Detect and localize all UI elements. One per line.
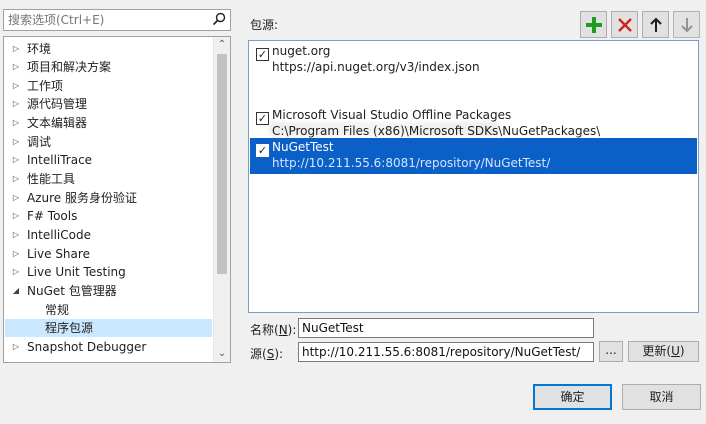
tree-item-source-control[interactable]: ▷ 源代码管理 [5, 95, 212, 113]
name-field[interactable] [298, 318, 594, 338]
tree-item-package-sources[interactable]: 程序包源 [5, 319, 212, 337]
tree-item-label: 常规 [45, 303, 70, 317]
source-name: Microsoft Visual Studio Offline Packages [272, 108, 512, 122]
package-sources-label: 包源: [250, 18, 279, 32]
tree-item-label: 性能工具 [27, 172, 76, 186]
search-icon[interactable] [212, 12, 226, 29]
move-down-button[interactable] [673, 11, 700, 38]
tree-item-label: IntelliTrace [27, 153, 93, 167]
expand-arrow-icon[interactable]: ▷ [11, 58, 21, 76]
plus-icon [585, 16, 602, 33]
tree-item-nuget-general[interactable]: 常规 [5, 301, 212, 319]
tree-item-snapshot-debugger[interactable]: ▷ Snapshot Debugger [5, 338, 212, 356]
source-field[interactable] [298, 342, 594, 362]
tree-item-debugging[interactable]: ▷ 调试 [5, 133, 212, 151]
expand-arrow-icon[interactable]: ▷ [11, 189, 21, 207]
tree-item-live-unit-testing[interactable]: ▷ Live Unit Testing [5, 263, 212, 281]
name-input[interactable] [299, 319, 593, 337]
source-input[interactable] [299, 343, 593, 361]
tree-item-label: Snapshot Debugger [27, 340, 147, 354]
tree-item-nuget-package-manager[interactable]: ◢ NuGet 包管理器 [5, 282, 212, 300]
source-item-nugettest[interactable]: ✓ NuGetTest http://10.211.55.6:8081/repo… [250, 138, 697, 174]
expand-arrow-icon[interactable]: ▷ [11, 114, 21, 132]
source-checkbox[interactable]: ✓ [256, 48, 269, 61]
search-input[interactable] [8, 12, 204, 28]
expand-arrow-icon[interactable]: ▷ [11, 170, 21, 188]
collapse-arrow-icon[interactable]: ◢ [11, 282, 21, 300]
name-label: 名称(N): [250, 323, 297, 337]
source-url: http://10.211.55.6:8081/repository/NuGet… [272, 156, 551, 170]
tree-item-azure-auth[interactable]: ▷ Azure 服务身份验证 [5, 189, 212, 207]
cancel-button[interactable]: 取消 [622, 384, 701, 410]
source-name: NuGetTest [272, 140, 334, 154]
update-button[interactable]: 更新(U) [628, 341, 699, 362]
tree-item-performance-tools[interactable]: ▷ 性能工具 [5, 170, 212, 188]
expand-arrow-icon[interactable]: ▷ [11, 40, 21, 58]
expand-arrow-icon[interactable]: ▷ [11, 338, 21, 356]
source-name: nuget.org [272, 44, 331, 58]
tree-scrollbar[interactable]: ⌃ ⌄ [213, 37, 230, 362]
expand-arrow-icon[interactable]: ▷ [11, 207, 21, 225]
add-source-button[interactable] [580, 11, 607, 38]
tree-item-fsharp-tools[interactable]: ▷ F# Tools [5, 207, 212, 225]
tree-item-environment[interactable]: ▷ 环境 [5, 40, 212, 58]
tree-item-label: 项目和解决方案 [27, 60, 112, 74]
package-source-list[interactable]: ✓ nuget.org https://api.nuget.org/v3/ind… [248, 40, 699, 313]
tree-item-live-share[interactable]: ▷ Live Share [5, 245, 212, 263]
scroll-up-icon[interactable]: ⌃ [214, 37, 230, 53]
expand-arrow-icon[interactable]: ▷ [11, 263, 21, 281]
tree-item-label: 调试 [27, 135, 52, 149]
scroll-down-icon[interactable]: ⌄ [214, 346, 230, 362]
ok-button[interactable]: 确定 [533, 384, 612, 410]
tree-item-projects-solutions[interactable]: ▷ 项目和解决方案 [5, 58, 212, 76]
scrollbar-thumb[interactable] [217, 54, 227, 274]
source-label: 源(S): [250, 347, 284, 361]
source-url: https://api.nuget.org/v3/index.json [272, 60, 480, 74]
tree-item-label: IntelliCode [27, 228, 91, 242]
options-tree[interactable]: ▷ 环境 ▷ 项目和解决方案 ▷ 工作项 ▷ 源代码管理 ▷ 文本编辑器 ▷ 调试 ▷ Int… [3, 36, 231, 363]
tree-item-label: 环境 [27, 42, 52, 56]
tree-item-label: 源代码管理 [27, 97, 88, 111]
expand-arrow-icon[interactable]: ▷ [11, 226, 21, 244]
browse-button[interactable]: ... [599, 341, 623, 362]
tree-item-label: 文本编辑器 [27, 116, 88, 130]
expand-arrow-icon[interactable]: ▷ [11, 95, 21, 113]
tree-item-intellitrace[interactable]: ▷ IntelliTrace [5, 151, 212, 169]
expand-arrow-icon[interactable]: ▷ [11, 245, 21, 263]
close-icon [617, 17, 632, 32]
tree-item-label: Azure 服务身份验证 [27, 191, 137, 205]
arrow-up-icon [649, 17, 662, 32]
source-url: C:\Program Files (x86)\Microsoft SDKs\Nu… [272, 124, 601, 138]
remove-source-button[interactable] [611, 11, 638, 38]
tree-item-label: 工作项 [27, 79, 64, 93]
search-options-box[interactable] [3, 9, 231, 31]
move-up-button[interactable] [642, 11, 669, 38]
tree-item-text-editor[interactable]: ▷ 文本编辑器 [5, 114, 212, 132]
tree-item-label: F# Tools [27, 209, 78, 223]
source-checkbox[interactable]: ✓ [256, 112, 269, 125]
expand-arrow-icon[interactable]: ▷ [11, 77, 21, 95]
expand-arrow-icon[interactable]: ▷ [11, 151, 21, 169]
tree-item-work-items[interactable]: ▷ 工作项 [5, 77, 212, 95]
source-item-vs-offline[interactable]: ✓ Microsoft Visual Studio Offline Packag… [250, 106, 697, 142]
tree-item-label: Live Share [27, 247, 90, 261]
expand-arrow-icon[interactable]: ▷ [11, 133, 21, 151]
tree-item-intellicode[interactable]: ▷ IntelliCode [5, 226, 212, 244]
source-item-nuget-org[interactable]: ✓ nuget.org https://api.nuget.org/v3/ind… [250, 42, 697, 78]
arrow-down-icon [680, 17, 693, 32]
tree-item-label: 程序包源 [45, 321, 94, 335]
source-checkbox[interactable]: ✓ [256, 144, 269, 157]
tree-item-label: Live Unit Testing [27, 265, 126, 279]
tree-item-label: NuGet 包管理器 [27, 284, 117, 298]
